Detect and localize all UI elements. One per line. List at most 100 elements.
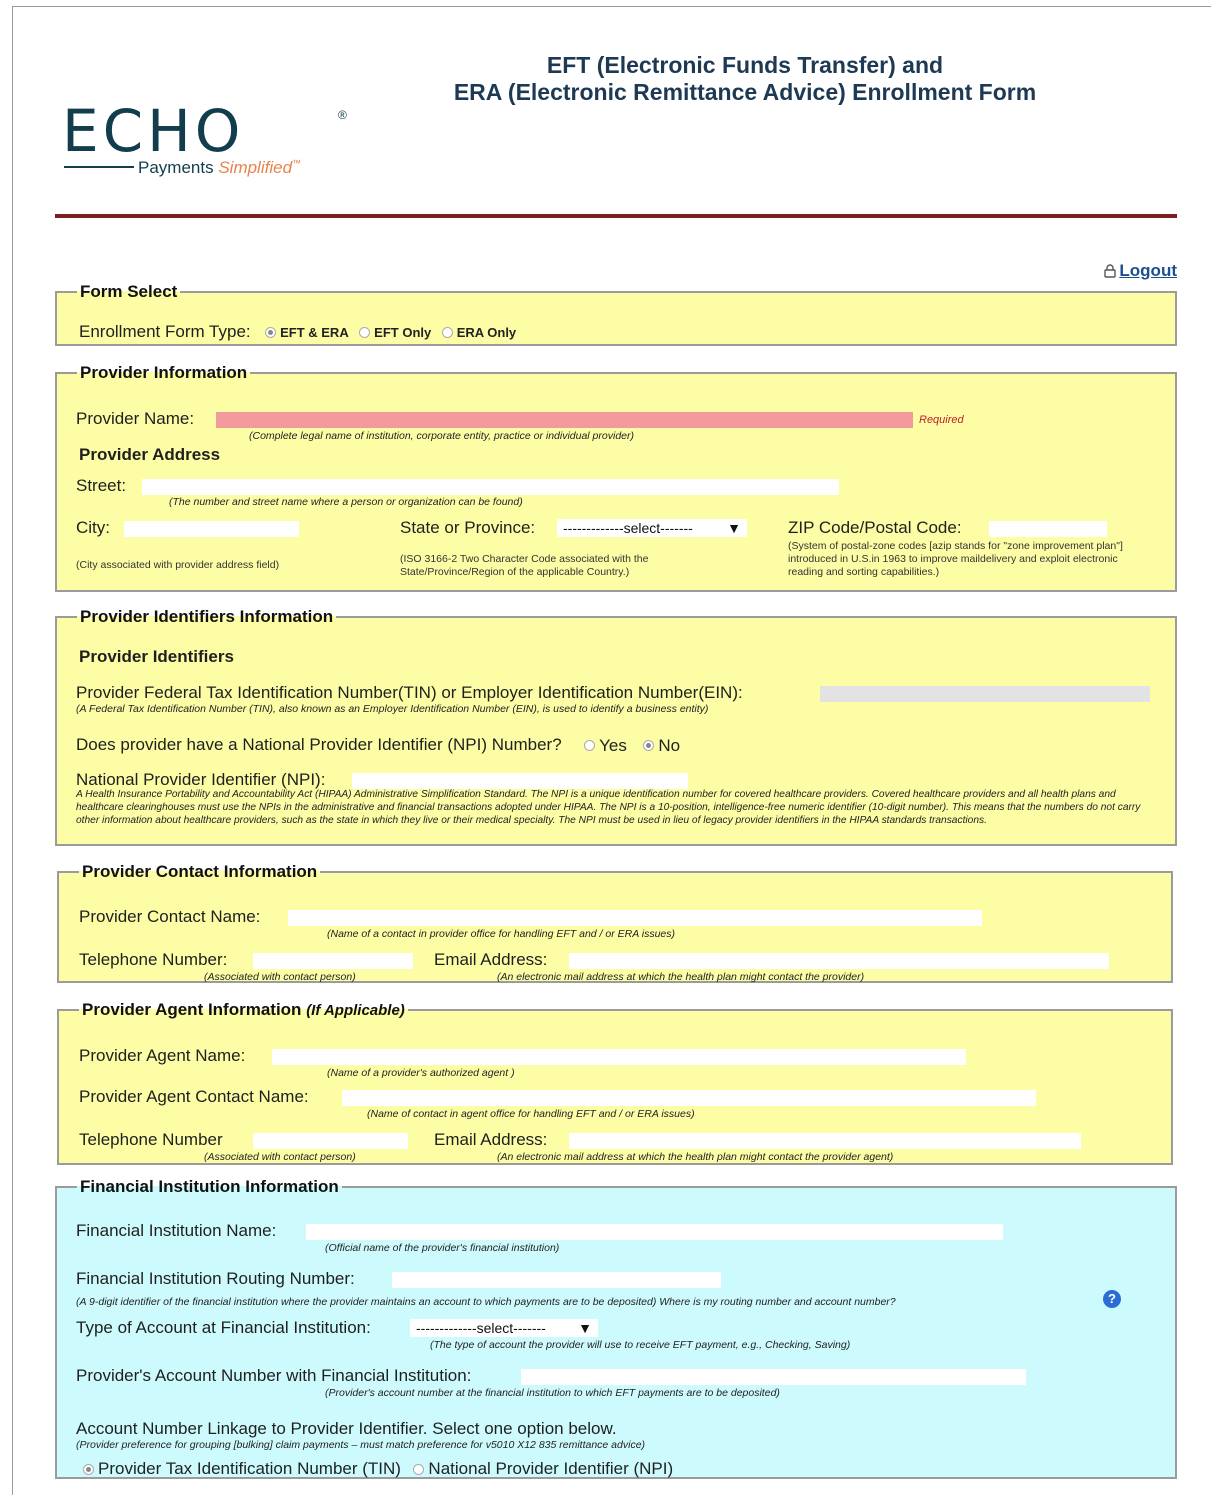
agent-contact-input[interactable] [342,1090,1036,1106]
radio-npi-no-label[interactable]: No [658,736,680,755]
npi-input[interactable] [352,773,688,789]
zip-input[interactable] [989,521,1107,537]
radio-eft-only-label[interactable]: EFT Only [374,325,431,340]
provider-name-hint: (Complete legal name of institution, cor… [249,430,634,442]
state-select[interactable]: -------------select------- ▼ [557,519,747,537]
city-input[interactable] [124,521,299,537]
header-divider [55,214,1177,218]
fi-name-hint: (Official name of the provider's financi… [325,1242,560,1254]
tin-label: Provider Federal Tax Identification Numb… [76,683,743,702]
street-hint: (The number and street name where a pers… [169,496,523,508]
agent-name-input[interactable] [272,1049,966,1065]
npi-label: National Provider Identifier (NPI): [76,770,326,789]
agent-email-label: Email Address: [434,1130,548,1149]
provider-name-input[interactable] [216,412,913,428]
agent-email-hint: (An electronic mail address at which the… [497,1151,894,1163]
logo-registered-mark: ® [338,108,347,122]
tin-input[interactable] [820,686,1150,702]
radio-eft-era[interactable] [265,327,277,339]
financial-institution-section: Financial Institution Information Financ… [55,1177,1177,1479]
logout-label[interactable]: Logout [1119,261,1177,281]
provider-address-heading: Provider Address [79,445,221,464]
radio-linkage-npi[interactable] [413,1463,425,1475]
linkage-label: Account Number Linkage to Provider Ident… [76,1419,617,1438]
financial-legend: Financial Institution Information [80,1177,339,1196]
agent-phone-input[interactable] [253,1133,408,1149]
lock-icon [1104,264,1117,278]
agent-legend: Provider Agent Information (If Applicabl… [79,1000,408,1020]
radio-npi-yes-label[interactable]: Yes [599,736,627,755]
contact-name-input[interactable] [288,910,982,926]
contact-phone-input[interactable] [253,953,413,969]
chevron-down-icon: ▼ [578,1320,592,1336]
radio-eft-era-label[interactable]: EFT & ERA [280,325,349,340]
form-select-legend: Form Select [80,282,178,301]
logo-underline [64,166,134,168]
chevron-down-icon: ▼ [727,520,741,536]
street-label: Street: [76,476,127,495]
state-hint: (ISO 3166-2 Two Character Code associate… [400,553,649,578]
radio-eft-only[interactable] [359,327,371,339]
contact-email-label: Email Address: [434,950,548,969]
city-label: City: [76,518,110,537]
account-type-hint: (The type of account the provider will u… [430,1339,851,1351]
npi-question-label: Does provider have a National Provider I… [76,735,562,754]
identifiers-legend: Provider Identifiers Information [80,607,334,626]
radio-npi-no[interactable] [643,740,655,752]
agent-name-hint: (Name of a provider's authorized agent ) [327,1067,515,1079]
agent-legend-text: Provider Agent Information [82,1000,302,1019]
agent-legend-note: (If Applicable) [306,1002,405,1019]
agent-phone-label: Telephone Number [79,1130,223,1149]
radio-linkage-tin-label[interactable]: Provider Tax Identification Number (TIN) [98,1459,401,1478]
radio-era-only[interactable] [441,327,453,339]
contact-name-label: Provider Contact Name: [79,907,261,926]
linkage-hint: (Provider preference for grouping [bulki… [76,1439,646,1451]
provider-name-label: Provider Name: [76,409,195,428]
npi-question-row: Does provider have a National Provider I… [76,735,686,756]
provider-info-section: Provider Information Provider Name: Requ… [55,363,1177,592]
enrollment-type-label: Enrollment Form Type: [79,322,251,341]
account-type-select-value: -------------select------- [416,1320,546,1336]
account-type-label: Type of Account at Financial Institution… [76,1318,371,1337]
fi-name-input[interactable] [306,1224,1003,1240]
zip-label: ZIP Code/Postal Code: [788,518,962,537]
npi-hint: A Health Insurance Portability and Accou… [76,789,1141,826]
identifiers-heading: Provider Identifiers [79,647,234,666]
agent-contact-label: Provider Agent Contact Name: [79,1087,309,1106]
routing-input[interactable] [392,1272,721,1288]
form-select-section: Form Select Enrollment Form Type: EFT & … [55,282,1177,346]
tin-hint: (A Federal Tax Identification Number (TI… [76,703,709,715]
radio-era-only-label[interactable]: ERA Only [457,325,516,340]
help-icon[interactable]: ? [1103,1290,1121,1308]
required-indicator: Required [919,414,964,426]
logout-link[interactable]: Logout [1104,261,1177,281]
routing-label: Financial Institution Routing Number: [76,1269,355,1288]
agent-phone-hint: (Associated with contact person) [204,1151,356,1163]
street-input[interactable] [142,479,839,495]
contact-phone-label: Telephone Number: [79,950,228,969]
routing-hint: (A 9-digit identifier of the financial i… [76,1296,896,1308]
radio-npi-yes[interactable] [584,740,596,752]
radio-linkage-tin[interactable] [83,1463,94,1475]
contact-email-input[interactable] [569,953,1109,969]
account-type-select[interactable]: -------------select------- ▼ [410,1319,598,1337]
contact-name-hint: (Name of a contact in provider office fo… [327,928,676,940]
page-title: EFT (Electronic Funds Transfer) and ERA … [420,52,1070,106]
linkage-options-row: Provider Tax Identification Number (TIN)… [83,1459,679,1479]
enrollment-type-row: Enrollment Form Type: EFT & ERA EFT Only… [79,322,522,342]
contact-phone-hint: (Associated with contact person) [204,971,356,983]
title-line-2: ERA (Electronic Remittance Advice) Enrol… [453,79,1037,105]
contact-email-hint: (An electronic mail address at which the… [497,971,865,983]
state-label: State or Province: [400,518,536,537]
state-select-value: -------------select------- [563,520,693,536]
agent-email-input[interactable] [569,1133,1081,1149]
agent-contact-hint: (Name of contact in agent office for han… [367,1108,695,1120]
logo-tagline-accent: Simplified [218,158,293,177]
provider-identifiers-section: Provider Identifiers Information Provide… [55,607,1177,846]
radio-linkage-npi-label[interactable]: National Provider Identifier (NPI) [428,1459,673,1478]
contact-legend: Provider Contact Information [82,862,318,881]
fi-name-label: Financial Institution Name: [76,1221,277,1240]
account-number-input[interactable] [521,1369,1026,1385]
account-number-hint: (Provider's account number at the financ… [325,1387,780,1399]
echo-logo: ECHO ® Payments Simplified™ [62,102,362,182]
